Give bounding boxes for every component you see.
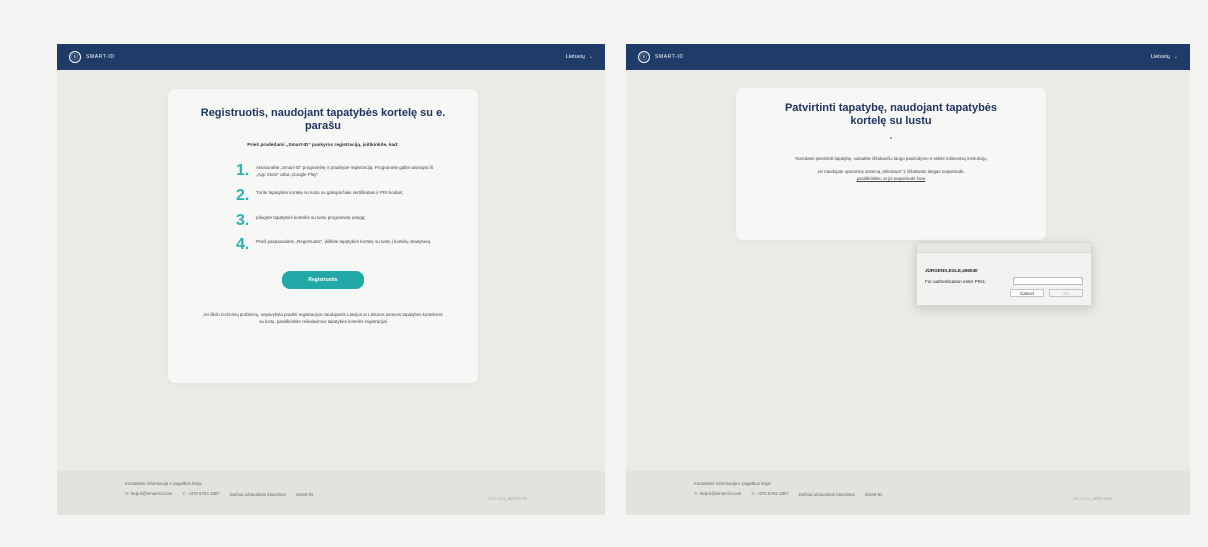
page-title: Registruotis, naudojant tapatybės kortel… <box>200 107 446 132</box>
step-text: Prieš paspausdami „Registruotis“, įkiški… <box>256 238 432 244</box>
footer-heading: Kontaktinė informacija ir pagalbos linij… <box>694 481 772 486</box>
footer-phone-link[interactable]: ✆ +370 6704 1807 <box>182 491 220 497</box>
smart-id-logo-icon: ⓢ <box>638 51 650 63</box>
footer-heading: Kontaktinė informacija ir pagalbos linij… <box>125 481 203 486</box>
register-button[interactable]: Registruotis <box>282 270 364 289</box>
language-selector[interactable]: Lietuvių ⌄ <box>566 54 593 60</box>
brand-logo[interactable]: ⓢ SMART-ID <box>69 51 115 63</box>
step-item: 2. Turite tapatybės kortelę su lustu su … <box>236 187 450 205</box>
pin-prompt: For authentication enter PIN1: <box>925 278 987 284</box>
footer-phone-link[interactable]: ✆ +370 6704 1807 <box>751 491 789 497</box>
language-label: Lietuvių <box>1150 54 1170 60</box>
footer-phone: +370 6704 1807 <box>756 491 789 496</box>
troubleshooting-note: Jei iškilo techninių problemų, nepavykst… <box>203 311 443 325</box>
footer: Kontaktinė informacija ir pagalbos linij… <box>626 471 1190 515</box>
authentication-page: ⓢ SMART-ID Lietuvių ⌄ Patvirtinti tapaty… <box>626 44 1190 515</box>
footer-email: help.lt@smart-id.com <box>699 491 742 496</box>
authentication-card: Patvirtinti tapatybę, naudojant tapatybė… <box>736 88 1046 240</box>
step-text: Turite tapatybės kortelę su lustu su gal… <box>256 190 404 196</box>
top-bar: ⓢ SMART-ID Lietuvių ⌄ <box>57 44 605 70</box>
ok-button[interactable]: OK <box>1049 289 1083 297</box>
step-number: 1. <box>236 162 250 180</box>
brand-name: SMART-ID <box>655 54 684 60</box>
footer-email-link[interactable]: ✉ help.lt@smart-id.com <box>694 491 741 497</box>
certificate-holder: JÜRGENS,EGLE,496040 <box>925 268 978 273</box>
mail-icon: ✉ <box>125 491 129 496</box>
footer-faq-link[interactable]: Dažnai užduodami klausimai <box>230 492 286 497</box>
version-label: 14.7.124_9063.8.56 <box>1072 496 1112 501</box>
step-number: 2. <box>236 187 250 205</box>
footer-site-link[interactable]: Smart-ID <box>296 492 314 497</box>
footer-phone: +370 6704 1807 <box>187 491 220 496</box>
step-number: 3. <box>236 211 250 229</box>
windows-note: Jei naudojate operacinę sistemą „Windows… <box>776 168 1006 182</box>
footer: Kontaktinė informacija ir pagalbos linij… <box>57 471 605 515</box>
loading-indicator <box>890 137 892 140</box>
chevron-down-icon: ⌄ <box>588 54 593 60</box>
step-item: 4. Prieš paspausdami „Registruotis“, įki… <box>236 235 450 253</box>
step-item: 1. Atsisiuntėte „Smart-ID“ programėlę ir… <box>236 163 450 179</box>
mail-icon: ✉ <box>694 491 698 496</box>
cancel-button[interactable]: Cancel <box>1010 289 1044 297</box>
brand-name: SMART-ID <box>86 54 115 60</box>
instructions-intro: Prieš pradėdami „Smart-ID“ paskyros regi… <box>247 143 399 149</box>
brand-logo[interactable]: ⓢ SMART-ID <box>638 51 684 63</box>
language-label: Lietuvių <box>565 54 585 60</box>
footer-site-link[interactable]: Smart-ID <box>865 492 883 497</box>
step-text: Atsisiuntėte „Smart-ID“ programėlę ir pr… <box>256 165 434 178</box>
footer-email: help.lt@smart-id.com <box>130 491 173 496</box>
version-label: 14.7.124_9063.8.56 <box>487 496 527 501</box>
top-bar: ⓢ SMART-ID Lietuvių ⌄ <box>626 44 1190 70</box>
background-window-link[interactable]: pasitikrinkite, ar jis nepasirodė fone <box>857 176 926 181</box>
wait-instructions: Norėdami patvirtinti tapatybę, sulaukite… <box>795 156 987 162</box>
windows-note-text: Jei naudojate operacinę sistemą „Windows… <box>817 169 965 175</box>
dialog-titlebar[interactable] <box>917 243 1091 253</box>
phone-icon: ✆ <box>751 491 755 496</box>
phone-icon: ✆ <box>182 491 186 496</box>
chevron-down-icon: ⌄ <box>1173 54 1178 60</box>
footer-email-link[interactable]: ✉ help.lt@smart-id.com <box>125 491 172 497</box>
pin1-input[interactable] <box>1013 277 1083 285</box>
step-text: Įdiegėte tapatybės kortelės su lustu pro… <box>256 214 366 220</box>
step-item: 3. Įdiegėte tapatybės kortelės su lustu … <box>236 211 450 229</box>
registration-card: Registruotis, naudojant tapatybės kortel… <box>168 89 478 383</box>
step-number: 4. <box>236 235 250 253</box>
page-title: Patvirtinti tapatybę, naudojant tapatybė… <box>784 102 998 127</box>
language-selector[interactable]: Lietuvių ⌄ <box>1151 54 1178 60</box>
registration-page: ⓢ SMART-ID Lietuvių ⌄ Registruotis, naud… <box>57 44 605 515</box>
smart-id-logo-icon: ⓢ <box>69 51 81 63</box>
steps-list: 1. Atsisiuntėte „Smart-ID“ programėlę ir… <box>236 163 450 253</box>
pin-dialog: JÜRGENS,EGLE,496040 For authentication e… <box>916 242 1092 306</box>
footer-faq-link[interactable]: Dažnai užduodami klausimai <box>799 492 855 497</box>
